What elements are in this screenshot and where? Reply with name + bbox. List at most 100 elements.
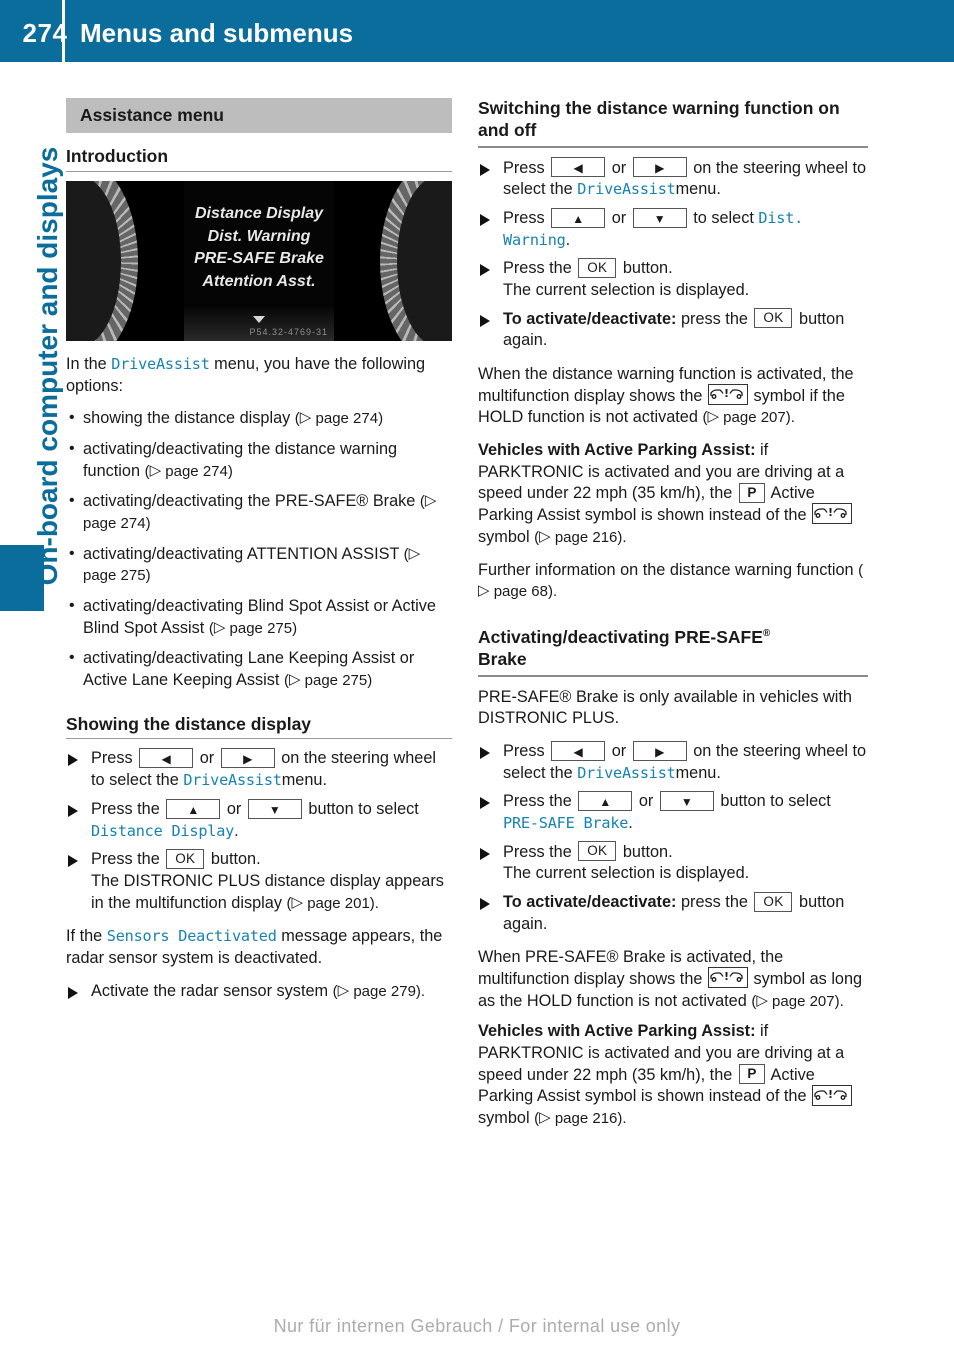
reference-target: page 274 [165, 462, 228, 480]
footer-watermark: Nur für internen Gebrauch / For internal… [273, 1316, 681, 1336]
step-text: menu. [675, 763, 721, 782]
right-arrow-key[interactable]: ▶ [632, 157, 687, 178]
step-text: or [226, 799, 242, 818]
list-item: showing the distance display (▷ page 274… [66, 407, 452, 430]
ui-string-distance-display: Distance Display [91, 821, 235, 840]
step-text: or [638, 792, 654, 811]
paragraph-text: Further information on the distance warn… [478, 560, 854, 579]
ok-key[interactable]: OK [166, 848, 205, 869]
list-item: Press the OK button. The current selecti… [478, 841, 868, 885]
step-text: Press [91, 749, 133, 768]
down-arrow-key[interactable]: ▼ [247, 798, 302, 819]
up-arrow-icon: ▲ [187, 802, 200, 817]
reference-target: page 275 [83, 567, 146, 585]
heading-rule [478, 674, 868, 677]
page-reference: (▷ page 216). [534, 1109, 627, 1128]
paragraph-text: If the [66, 927, 103, 946]
reference-target: page 216 [554, 1110, 618, 1128]
step-text: Press the [503, 842, 572, 861]
list-item: activating/deactivating Lane Keeping Ass… [66, 647, 452, 691]
option-text: showing the distance display [83, 409, 291, 428]
step-result-text: The current selection is displayed. [503, 864, 750, 883]
step-text: button. [210, 850, 261, 869]
heading-text: Brake [478, 648, 527, 669]
reference-target: page 207 [723, 409, 786, 427]
cluster-menu-item: Distance Display [194, 204, 324, 222]
presafe-availability-paragraph: PRE-SAFE® Brake is only available in veh… [478, 687, 852, 728]
left-arrow-key[interactable]: ◀ [551, 157, 606, 178]
heading-rule [478, 145, 868, 148]
reference-target: page 275 [229, 619, 293, 637]
page-reference: (▷ page 274) [144, 461, 233, 480]
options-list: showing the distance display (▷ page 274… [66, 407, 452, 691]
step-text: Press the [91, 850, 160, 869]
list-item: activating/deactivating Blind Spot Assis… [66, 595, 452, 639]
reference-arrow-icon: ▷ [288, 670, 301, 688]
right-arrow-icon: ▶ [655, 161, 665, 176]
right-arrow-key[interactable]: ▶ [632, 740, 687, 761]
step-text: Press [503, 209, 545, 228]
step-result-text: The current selection is displayed. [503, 281, 750, 300]
list-item: Press the OK button. The DISTRONIC PLUS … [66, 848, 452, 914]
step-text: . [234, 821, 239, 840]
ui-string-presafe-brake: PRE-SAFE Brake [503, 813, 629, 832]
page-number: 274 [22, 18, 68, 48]
step-text: or [611, 741, 627, 760]
reference-arrow-icon: ▷ [291, 893, 304, 911]
presafe-symbol-paragraph: When PRE-SAFE® Brake is activated, the m… [478, 947, 868, 1012]
step-emphasis: To activate/deactivate: [503, 309, 677, 328]
list-item: Press ◀ or ▶ on the steering wheel to se… [478, 740, 868, 784]
left-column: Assistance menu Introduction Distance Di… [66, 98, 452, 1014]
left-arrow-key[interactable]: ◀ [139, 748, 194, 769]
left-arrow-key[interactable]: ◀ [551, 740, 606, 761]
ui-string-driveassist: DriveAssist [577, 180, 676, 199]
svg-text:!: ! [828, 1088, 833, 1101]
step-text: Press [503, 741, 545, 760]
heading-text: Activating/deactivating PRE-SAFE [478, 626, 763, 647]
list-item: Press ◀ or ▶ on the steering wheel to se… [478, 157, 868, 201]
ui-string-sensors-deactivated: Sensors Deactivated [106, 927, 277, 946]
down-arrow-icon: ▼ [653, 211, 666, 226]
intro-paragraph: In the DriveAssist menu, you have the fo… [66, 354, 452, 397]
paragraph-text: symbol [478, 527, 530, 546]
list-item: Press the ▲ or ▼ button to select PRE-SA… [478, 790, 868, 834]
up-arrow-icon: ▲ [599, 794, 612, 809]
activate-radar-steps: Activate the radar sensor system (▷ page… [66, 981, 452, 1003]
list-item: activating/deactivating ATTENTION ASSIST… [66, 543, 452, 587]
step-result-text: The DISTRONIC PLUS distance display appe… [91, 871, 444, 912]
section-heading-bar: Assistance menu [66, 98, 452, 133]
up-arrow-key[interactable]: ▲ [551, 207, 606, 228]
showing-distance-steps: Press ◀ or ▶ on the steering wheel to se… [66, 748, 452, 914]
reference-target: page 275 [304, 671, 368, 689]
svg-text:!: ! [828, 506, 833, 519]
distance-warning-symbol-icon: ! [707, 967, 748, 989]
down-arrow-key[interactable]: ▼ [659, 790, 714, 811]
reference-target: page 274 [83, 514, 146, 532]
ok-key[interactable]: OK [578, 258, 617, 279]
registered-mark: ® [762, 628, 771, 640]
reference-target: page 274 [315, 410, 379, 428]
reference-arrow-icon: ▷ [213, 618, 226, 636]
list-item: activating/deactivating the distance war… [66, 438, 452, 482]
page-reference: (▷ page 216). [534, 527, 627, 546]
step-text: Press the [91, 799, 160, 818]
ok-key[interactable]: OK [754, 308, 793, 329]
page-reference: (▷ page 201). [286, 893, 379, 912]
right-arrow-icon: ▶ [243, 752, 253, 767]
reference-arrow-icon: ▷ [478, 582, 490, 600]
list-item: Press the ▲ or ▼ button to select Distan… [66, 798, 452, 842]
down-arrow-key[interactable]: ▼ [632, 207, 687, 228]
step-text: press the [680, 892, 748, 911]
parking-assist-key: P [738, 1064, 765, 1085]
right-arrow-key[interactable]: ▶ [220, 748, 275, 769]
list-item: To activate/deactivate: press the OK but… [478, 891, 868, 935]
page-header: 274 Menus and submenus [0, 0, 954, 62]
up-arrow-key[interactable]: ▲ [578, 790, 633, 811]
ok-key[interactable]: OK [754, 891, 793, 912]
up-arrow-key[interactable]: ▲ [166, 798, 221, 819]
reference-target: page 201 [307, 894, 370, 912]
showing-distance-display-heading: Showing the distance display [66, 713, 312, 734]
ok-key[interactable]: OK [578, 841, 617, 862]
step-text: button. [622, 259, 673, 278]
step-text: press the [680, 309, 748, 328]
